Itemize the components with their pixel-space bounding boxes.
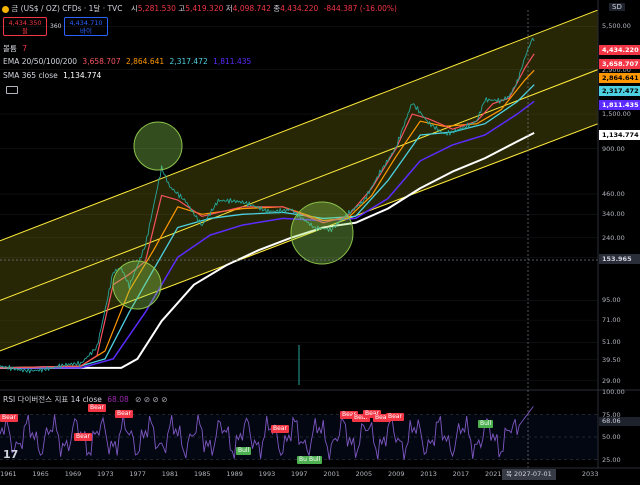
price-tick-label: 1,500.00 [602,110,631,119]
buy-button[interactable]: 4,434.710 바이 [64,17,108,36]
ema200-value: 1,811.435 [213,57,252,66]
bear-divergence-label: Bear [271,425,289,433]
crosshair-time-label: 목 2027-07-01 [502,469,556,480]
bear-divergence-label: Bear [115,410,133,418]
ohlc-close-value: 4,434.220 [280,4,319,13]
rsi-tick-label: 25.00 [602,455,621,464]
change-value: -844.387 (-16.00%) [323,4,397,13]
bull-divergence-label: Bull [307,456,323,464]
sma-label: SMA 365 close [3,71,58,80]
volume-indicator-row[interactable]: 볼륨 7 [3,43,27,54]
symbol-title[interactable]: 금 (US$ / OZ) CFDs · 1달 · TVC [11,4,122,13]
time-tick-label: 2009 [387,470,405,478]
ema50-value: 2,864.641 [125,57,165,66]
bear-divergence-label: Bear [386,413,404,421]
bear-divergence-label: Bear [88,404,106,412]
price-tick-label: 240.00 [602,233,625,242]
price-label-4: 1,811.435 [599,100,640,110]
rsi-tick-label: 100.00 [602,388,625,396]
time-tick-label: 1989 [226,470,243,478]
ema-label: EMA 20/50/100/200 [3,57,78,66]
sma-indicator-row[interactable]: SMA 365 close 1,134.774 [3,71,101,80]
rsi-current-label: 68.06 [599,417,640,426]
price-tick-label: 340.00 [602,210,625,219]
gold-symbol-icon [2,5,9,13]
rsi-value: 68.08 [107,395,129,404]
bull-divergence-label: Bull [478,420,494,428]
rsi-label: RSI 다이버전스 지표 14 close [3,395,102,404]
highlight-circle-2001 [290,201,354,265]
sell-price: 4,434.350 [8,19,42,27]
price-label-0: 4,434.220 [599,45,640,55]
time-tick-label: 1985 [194,470,211,478]
time-tick-label: 2021 [484,470,502,478]
sell-button[interactable]: 4,434.350 팔 [3,17,47,36]
time-tick-label: 1977 [129,470,146,478]
volume-label: 볼륨 [3,44,17,53]
time-tick-label: 2017 [452,470,470,478]
collapse-legend-icon[interactable] [6,86,18,94]
price-tick-label: 51.00 [602,338,621,347]
time-tick-label: 1969 [64,470,82,478]
time-tick-label: 1997 [291,470,308,478]
ohlc-open-value: 5,281.530 [137,4,176,13]
bear-divergence-label: Bear [0,414,18,422]
volume-value: 7 [22,44,27,53]
highlight-circle-1978 [133,121,183,171]
currency-badge[interactable]: SD [609,3,625,11]
ema-indicator-row[interactable]: EMA 20/50/100/200 3,658.707 2,864.641 2,… [3,57,251,66]
tradingview-logo[interactable]: 17 [3,448,18,461]
time-tick-label: 2033 [581,470,599,478]
price-tick-label: 900.00 [602,144,625,153]
ohlc-high-value: 5,419.320 [185,4,224,13]
price-tick-label: 95.00 [602,296,621,305]
buy-label: 바이 [80,27,92,35]
time-tick-label: 1981 [161,470,179,478]
bull-divergence-label: Bull [236,447,252,455]
rsi-tick-label: 50.00 [602,433,621,441]
price-label-5: 1,134.774 [599,130,640,140]
price-label-3: 2,317.472 [599,86,640,96]
time-tick-label: 2013 [420,470,437,478]
ema100-value: 2,317.472 [169,57,208,66]
buy-price: 4,434.710 [69,19,103,27]
sell-label: 팔 [22,27,28,35]
settings-icon[interactable]: ⊘ [144,395,150,404]
rsi-indicator-row[interactable]: RSI 다이버전스 지표 14 close 68.08 ⊘ ⊘ ⊘ ⊘ [3,394,168,405]
source-icon[interactable]: ⊘ [153,395,159,404]
time-tick-label: 1961 [0,470,17,478]
sma-value: 1,134.774 [63,71,102,80]
spread-value: 360 [50,23,62,30]
bear-divergence-label: Bear [74,433,92,441]
price-label-6: 153.965 [599,254,640,264]
ohlc-open-label: 시 [130,4,138,13]
ohlc-low-value: 4,098.742 [232,4,271,13]
price-label-1: 3,658.707 [599,59,640,69]
remove-icon[interactable]: ⊘ [161,395,167,404]
time-tick-label: 1993 [258,470,276,478]
eye-icon[interactable]: ⊘ [135,395,141,404]
highlight-circle-1975 [112,260,162,310]
time-tick-label: 1965 [32,470,49,478]
time-tick-label: 1973 [97,470,114,478]
chart-title-row: 금 (US$ / OZ) CFDs · 1달 · TVC 시5,281.530 … [2,3,397,14]
price-tick-label: 5,500.00 [602,22,631,31]
price-label-2: 2,864.641 [599,73,640,83]
price-tick-label: 71.00 [602,316,621,325]
price-tick-label: 39.50 [602,355,621,364]
ema20-value: 3,658.707 [82,57,121,66]
price-tick-label: 29.00 [602,376,621,385]
time-tick-label: 2001 [323,470,340,478]
price-tick-label: 460.00 [602,189,625,198]
time-tick-label: 2005 [355,470,373,478]
ohlc-low-label: 저 [225,4,233,13]
